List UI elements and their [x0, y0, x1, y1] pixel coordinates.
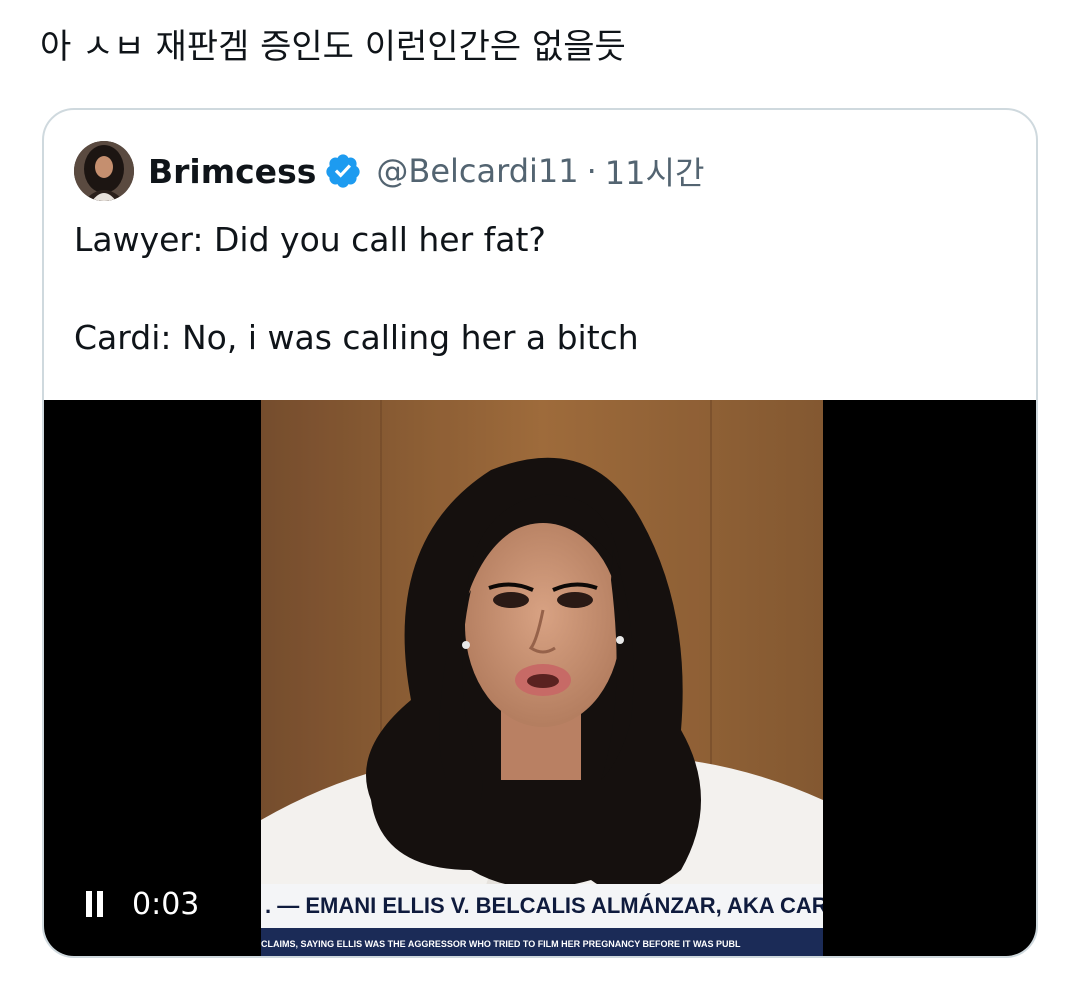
quoted-tweet-card[interactable]: Brimcess @Belcardi11 · 11시간 Lawyer: Did … [42, 108, 1038, 958]
video-still-image [261, 400, 823, 956]
quoted-tweet-text: Lawyer: Did you call her fat? Cardi: No,… [74, 215, 1004, 362]
post-timestamp[interactable]: 11시간 [605, 148, 705, 194]
pause-icon[interactable] [84, 891, 106, 917]
user-handle[interactable]: @Belcardi11 [376, 152, 578, 190]
meta-separator: · [586, 152, 597, 190]
quoted-tweet-header: Brimcess @Belcardi11 · 11시간 [74, 140, 704, 202]
video-elapsed-time: 0:03 [132, 886, 200, 922]
video-controls: 0:03 [84, 884, 199, 924]
video-player[interactable]: . — EMANI ELLIS V. BELCALIS ALMÁNZAR, AK… [44, 400, 1036, 956]
news-chyron-ticker: CLAIMS, SAYING ELLIS WAS THE AGGRESSOR W… [261, 928, 823, 956]
avatar[interactable] [74, 141, 134, 201]
news-chyron-headline: . — EMANI ELLIS V. BELCALIS ALMÁNZAR, AK… [261, 884, 823, 928]
tweet-line-lawyer: Lawyer: Did you call her fat? [74, 220, 546, 259]
tweet-line-cardi: Cardi: No, i was calling her a bitch [74, 318, 639, 357]
post-text: 아 ㅅㅂ 재판겜 증인도 이런인간은 없을듯 [40, 27, 626, 67]
video-frame[interactable]: . — EMANI ELLIS V. BELCALIS ALMÁNZAR, AK… [261, 400, 823, 956]
verified-badge-icon [324, 152, 362, 190]
display-name[interactable]: Brimcess [148, 152, 316, 191]
